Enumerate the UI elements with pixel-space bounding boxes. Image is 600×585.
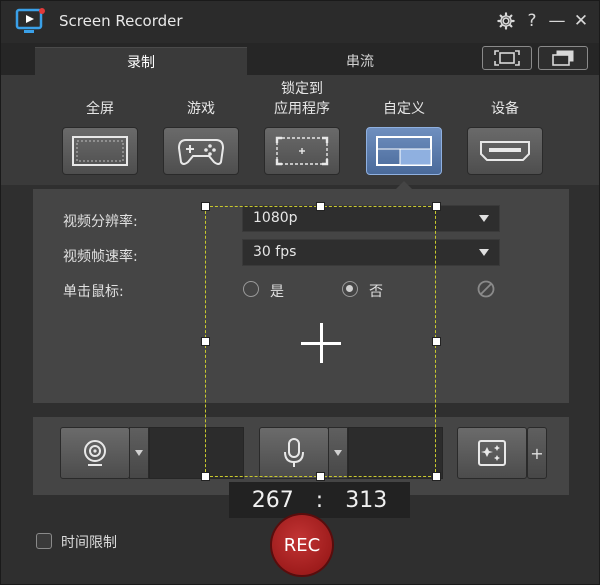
region-handle-bottom[interactable] bbox=[316, 472, 325, 481]
region-handle-top[interactable] bbox=[316, 202, 325, 211]
app-window: Screen Recorder ? — ✕ 录制 串流 全屏 游戏 锁定到 应用… bbox=[0, 0, 600, 585]
time-limit-label: 时间限制 bbox=[61, 535, 117, 551]
minimize-button[interactable]: — bbox=[546, 10, 568, 32]
region-separator: : bbox=[315, 487, 324, 513]
chevron-down-icon bbox=[479, 215, 489, 222]
gamepad-icon bbox=[177, 139, 225, 165]
region-handle-left[interactable] bbox=[201, 337, 210, 346]
mode-label: 锁定到 应用程序 bbox=[274, 81, 330, 117]
help-button[interactable]: ? bbox=[521, 10, 543, 32]
framerate-value: 30 fps bbox=[253, 244, 297, 260]
region-handle-top-right[interactable] bbox=[432, 202, 441, 211]
move-crosshair-icon[interactable] bbox=[301, 323, 341, 363]
resolution-label: 视频分辨率: bbox=[63, 214, 138, 230]
hdmi-device-icon bbox=[480, 141, 530, 161]
region-handle-bottom-right[interactable] bbox=[432, 472, 441, 481]
effects-button[interactable] bbox=[457, 427, 527, 479]
mode-label: 全屏 bbox=[86, 101, 114, 117]
settings-button[interactable] bbox=[495, 10, 517, 32]
microphone-icon bbox=[284, 438, 304, 467]
app-logo-icon bbox=[15, 8, 45, 33]
lock-app-icon bbox=[275, 136, 329, 166]
add-effect-button[interactable]: + bbox=[527, 427, 547, 479]
tab-record[interactable]: 录制 bbox=[35, 47, 247, 75]
region-handle-right[interactable] bbox=[432, 337, 441, 346]
app-title: Screen Recorder bbox=[59, 12, 183, 30]
tab-bar: 录制 串流 bbox=[1, 43, 599, 75]
region-handle-top-left[interactable] bbox=[201, 202, 210, 211]
tab-stream[interactable]: 串流 bbox=[247, 47, 473, 75]
fullscreen-mode-button[interactable] bbox=[62, 127, 138, 175]
mode-device: 设备 bbox=[455, 75, 555, 185]
time-limit-checkbox[interactable] bbox=[36, 533, 52, 549]
mode-custom: 自定义 bbox=[354, 75, 454, 185]
mode-lock-app: 锁定到 应用程序 bbox=[252, 75, 352, 185]
game-mode-button[interactable] bbox=[163, 127, 239, 175]
mouseclick-yes-radio[interactable] bbox=[243, 281, 259, 297]
mode-game: 游戏 bbox=[151, 75, 251, 185]
gear-icon bbox=[497, 12, 515, 30]
mode-label: 自定义 bbox=[383, 101, 425, 117]
resolution-value: 1080p bbox=[253, 210, 298, 226]
capture-frame-icon bbox=[494, 50, 520, 66]
video-settings-panel: 视频分辨率: 1080p 视频帧速率: 30 fps 单击鼠标: 是 否 bbox=[33, 189, 569, 403]
windows-icon bbox=[552, 50, 574, 66]
chevron-down-icon bbox=[479, 249, 489, 256]
sparkle-effects-icon bbox=[478, 440, 506, 466]
microphone-dropdown[interactable] bbox=[328, 427, 348, 479]
custom-mode-button[interactable] bbox=[366, 127, 442, 175]
webcam-dropdown[interactable] bbox=[129, 427, 149, 479]
full-view-button[interactable] bbox=[538, 46, 588, 70]
region-height: 313 bbox=[345, 487, 388, 513]
close-button[interactable]: ✕ bbox=[570, 10, 592, 32]
mode-label: 游戏 bbox=[187, 101, 215, 117]
mouseclick-no-radio[interactable] bbox=[342, 281, 358, 297]
fullscreen-icon bbox=[72, 136, 128, 166]
capture-mode-panel: 全屏 游戏 锁定到 应用程序 自定义 设备 bbox=[1, 75, 599, 185]
region-size-readout: 267 : 313 bbox=[229, 482, 410, 518]
mouseclick-label: 单击鼠标: bbox=[63, 284, 124, 300]
microphone-level bbox=[348, 427, 443, 479]
framerate-label: 视频帧速率: bbox=[63, 249, 138, 265]
title-bar: Screen Recorder ? — ✕ bbox=[1, 1, 599, 43]
webcam-button[interactable] bbox=[60, 427, 130, 479]
region-width: 267 bbox=[251, 487, 294, 513]
custom-region-icon bbox=[376, 136, 432, 166]
device-mode-button[interactable] bbox=[467, 127, 543, 175]
compact-view-button[interactable] bbox=[482, 46, 532, 70]
mode-fullscreen: 全屏 bbox=[50, 75, 150, 185]
region-handle-bottom-left[interactable] bbox=[201, 472, 210, 481]
record-button[interactable]: REC bbox=[272, 515, 332, 575]
lock-app-mode-button[interactable] bbox=[264, 127, 340, 175]
disabled-icon bbox=[477, 280, 495, 298]
mouseclick-no-label: 否 bbox=[369, 284, 383, 300]
mode-selected-caret bbox=[396, 181, 412, 189]
webcam-icon bbox=[84, 440, 106, 466]
resolution-select[interactable]: 1080p bbox=[242, 205, 500, 232]
mode-label: 设备 bbox=[491, 101, 519, 117]
mouseclick-yes-label: 是 bbox=[270, 284, 284, 300]
framerate-select[interactable]: 30 fps bbox=[242, 239, 500, 266]
webcam-preview bbox=[149, 427, 244, 479]
